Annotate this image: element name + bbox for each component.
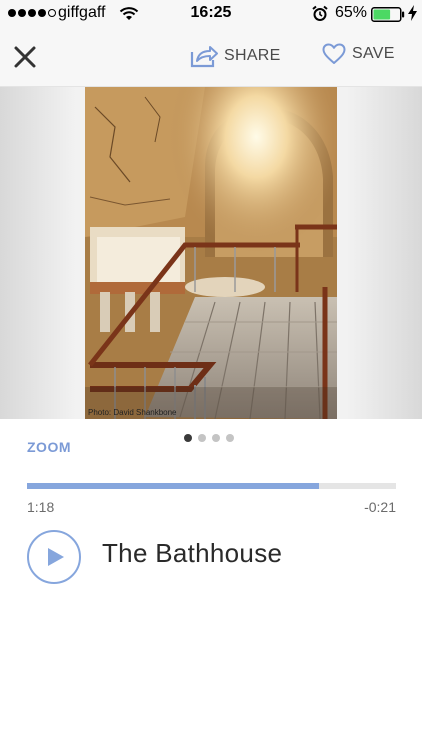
charging-icon <box>408 5 417 26</box>
zoom-button[interactable]: ZOOM <box>27 439 71 455</box>
gallery-pager[interactable] <box>184 434 234 442</box>
photo-area: Photo: David Shankbone <box>0 87 422 419</box>
top-nav-bar: SHARE SAVE <box>0 28 422 87</box>
save-label: SAVE <box>352 45 395 62</box>
pager-dot[interactable] <box>198 434 206 442</box>
play-icon <box>27 530 81 584</box>
status-bar: giffgaff 16:25 65% <box>0 0 422 28</box>
close-button[interactable] <box>12 44 38 70</box>
photo-image <box>85 87 337 419</box>
battery-percent: 65% <box>335 4 368 21</box>
share-button[interactable]: SHARE <box>190 43 281 69</box>
share-label: SHARE <box>224 47 281 64</box>
pager-dot[interactable] <box>212 434 220 442</box>
save-button[interactable]: SAVE <box>322 43 395 65</box>
bathhouse-photo[interactable]: Photo: David Shankbone <box>85 87 337 419</box>
audio-progress-bar[interactable] <box>27 483 396 489</box>
track-title: The Bathhouse <box>102 538 283 568</box>
share-icon <box>190 46 218 68</box>
close-icon <box>14 46 36 68</box>
elapsed-time: 1:18 <box>27 499 55 515</box>
battery-icon <box>371 7 405 27</box>
alarm-icon <box>312 5 328 27</box>
audio-guide-screen: giffgaff 16:25 65% SHARE SAVE Photo: Dav… <box>0 0 422 750</box>
pager-dot[interactable] <box>226 434 234 442</box>
play-button[interactable] <box>27 530 81 584</box>
heart-icon <box>322 43 346 64</box>
audio-progress-fill <box>27 483 319 489</box>
remaining-time: -0:21 <box>364 499 396 515</box>
photo-credit: Photo: David Shankbone <box>88 408 177 417</box>
pager-dot[interactable] <box>184 434 192 442</box>
